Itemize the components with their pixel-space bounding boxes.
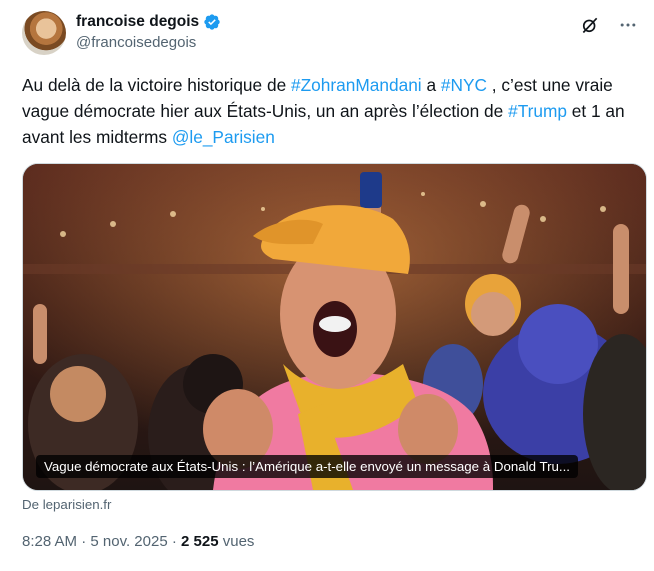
tweet-date[interactable]: 5 nov. 2025 xyxy=(90,533,167,550)
avatar[interactable] xyxy=(22,11,66,55)
verified-badge-icon xyxy=(204,14,220,30)
tweet-text: Au delà de la victoire historique de #Zo… xyxy=(22,72,632,150)
hashtag-link[interactable]: #ZohranMandani xyxy=(291,75,422,95)
tweet-text-segment: Au delà de la victoire historique de xyxy=(22,75,291,95)
display-name-row[interactable]: francoise degois xyxy=(76,13,221,31)
tweet-header: francoise degois @francoisedegois xyxy=(22,11,638,57)
meta-separator: · xyxy=(77,533,91,550)
views-label: vues xyxy=(218,533,255,550)
meta-separator: · xyxy=(167,533,182,550)
views-count: 2 525 xyxy=(181,533,219,550)
tweet-time[interactable]: 8:28 AM xyxy=(22,533,77,550)
header-actions xyxy=(580,15,638,35)
card-caption: Vague démocrate aux États-Unis : l’Améri… xyxy=(36,455,578,478)
display-name[interactable]: francoise degois xyxy=(76,13,199,31)
grok-icon[interactable] xyxy=(580,15,600,35)
hashtag-link[interactable]: #Trump xyxy=(508,101,567,121)
card-source[interactable]: De leparisien.fr xyxy=(22,497,111,512)
mention-link[interactable]: @le_Parisien xyxy=(172,127,275,147)
hashtag-link[interactable]: #NYC xyxy=(441,75,487,95)
handle[interactable]: @francoisedegois xyxy=(76,34,221,51)
news-photo xyxy=(23,164,646,490)
tweet-text-segment: a xyxy=(421,75,441,95)
more-icon[interactable] xyxy=(618,15,638,35)
tweet-meta: 8:28 AM · 5 nov. 2025 · 2 525 vues xyxy=(22,533,254,550)
author-names: francoise degois @francoisedegois xyxy=(76,13,221,51)
link-card-image[interactable]: Vague démocrate aux États-Unis : l’Améri… xyxy=(22,163,647,491)
